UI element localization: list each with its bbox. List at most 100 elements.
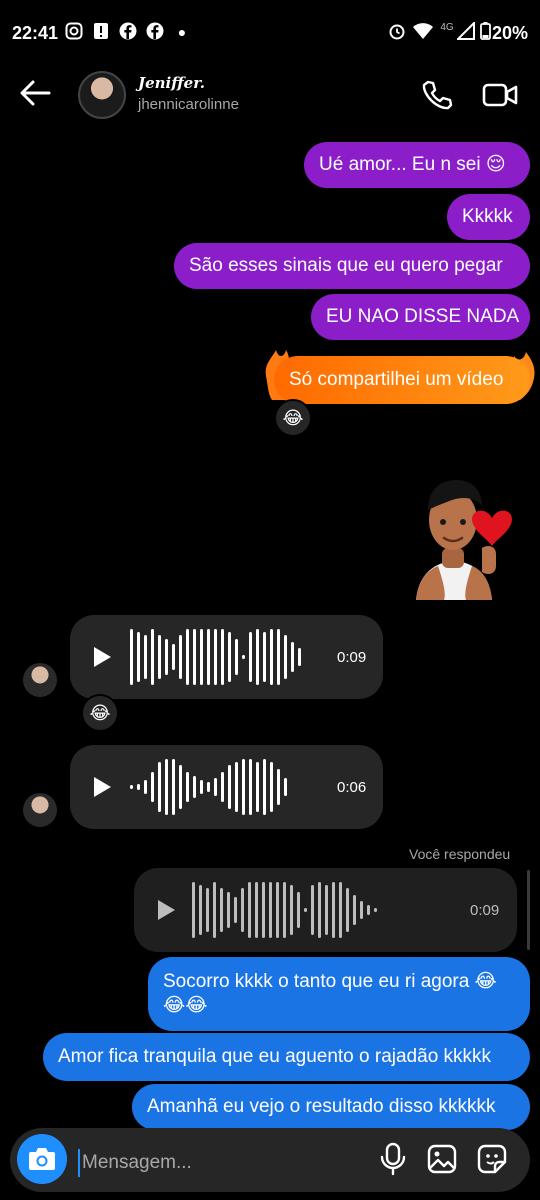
- contact-display-name[interactable]: Jeniffer.: [138, 74, 205, 92]
- message-bubble[interactable]: Só compartilhei um vídeo: [274, 356, 530, 404]
- back-arrow-icon[interactable]: [18, 76, 52, 110]
- message-text: EU NAO DISSE NADA: [326, 306, 520, 327]
- waveform-bar: [151, 772, 154, 802]
- waveform-bar: [284, 635, 287, 679]
- status-time: 22:41: [12, 23, 59, 43]
- waveform-bar: [221, 629, 224, 685]
- waveform-bar: [137, 632, 140, 682]
- waveform-bar: [256, 762, 259, 812]
- waveform-bar: [214, 778, 217, 796]
- waveform-bar: [235, 639, 238, 675]
- waveform-bar: [269, 882, 272, 938]
- waveform-bar: [192, 882, 195, 938]
- waveform-bar: [249, 632, 252, 682]
- waveform-bar: [165, 639, 168, 675]
- reaction-badge[interactable]: 😂: [81, 694, 119, 732]
- message-text: Só compartilhei um vídeo: [289, 369, 504, 390]
- audio-duration: 0:09: [470, 902, 500, 919]
- message-bubble[interactable]: São esses sinais que eu quero pegar: [174, 243, 530, 289]
- gallery-icon[interactable]: [427, 1144, 457, 1174]
- waveform-bar: [332, 882, 335, 938]
- camera-button[interactable]: [17, 1134, 67, 1184]
- waveform-bar: [186, 629, 189, 685]
- signal-icon: [455, 20, 476, 42]
- message-bubble[interactable]: Socorro kkkk o tanto que eu ri agora 😂 😂…: [148, 957, 530, 1031]
- audio-waveform[interactable]: [130, 757, 287, 817]
- message-bubble[interactable]: Ué amor... Eu n sei 😌: [304, 142, 530, 188]
- message-bubble[interactable]: Amor fica tranquila que eu aguento o raj…: [43, 1033, 530, 1081]
- waveform-bar: [158, 762, 161, 812]
- waveform-bar: [297, 892, 300, 928]
- waveform-bar: [130, 785, 133, 789]
- play-icon[interactable]: [94, 777, 111, 797]
- waveform-bar: [339, 882, 342, 938]
- waveform-bar: [144, 635, 147, 679]
- waveform-bar: [277, 769, 280, 805]
- waveform-bar: [228, 632, 231, 682]
- audio-message[interactable]: 0:06: [70, 745, 383, 829]
- video-call-icon[interactable]: [482, 78, 518, 112]
- message-bubble[interactable]: Amanhã eu vejo o resultado disso kkkkkk: [132, 1084, 530, 1130]
- waveform-bar: [193, 629, 196, 685]
- phone-call-icon[interactable]: [420, 78, 454, 112]
- play-icon[interactable]: [94, 647, 111, 667]
- waveform-bar: [367, 905, 370, 915]
- waveform-bar: [304, 908, 307, 912]
- audio-message[interactable]: 0:09: [70, 615, 383, 699]
- waveform-bar: [234, 897, 237, 923]
- waveform-bar: [179, 765, 182, 809]
- more-notifications-icon: ●: [177, 24, 187, 40]
- waveform-bar: [262, 882, 265, 938]
- alarm-icon: [387, 22, 407, 42]
- contact-username[interactable]: jhennicarolinne: [138, 96, 239, 113]
- waveform-bar: [151, 629, 154, 685]
- message-text: Amor fica tranquila que eu aguento o raj…: [58, 1046, 492, 1067]
- message-input[interactable]: [78, 1149, 344, 1177]
- waveform-bar: [360, 901, 363, 919]
- waveform-bar: [235, 762, 238, 812]
- audio-waveform[interactable]: [192, 880, 377, 940]
- waveform-bar: [298, 648, 301, 666]
- waveform-bar: [241, 888, 244, 932]
- replied-label: Você respondeu: [409, 846, 511, 862]
- battery-level: 20%: [491, 23, 528, 43]
- waveform-bar: [214, 629, 217, 685]
- waveform-bar: [207, 782, 210, 792]
- audio-waveform[interactable]: [130, 627, 301, 687]
- contact-avatar-small[interactable]: [23, 663, 57, 697]
- play-icon[interactable]: [158, 900, 175, 920]
- message-text: Socorro kkkk o tanto que eu ri agora 😂: [163, 971, 497, 992]
- waveform-bar: [346, 888, 349, 932]
- waveform-bar: [144, 780, 147, 794]
- audio-message-replied[interactable]: 0:09: [134, 868, 517, 952]
- waveform-bar: [130, 629, 133, 685]
- microphone-icon[interactable]: [378, 1142, 408, 1176]
- waveform-bar: [277, 629, 280, 685]
- audio-duration: 0:09: [337, 649, 367, 666]
- waveform-bar: [353, 895, 356, 925]
- waveform-bar: [263, 632, 266, 682]
- waveform-bar: [256, 629, 259, 685]
- waveform-bar: [284, 778, 287, 796]
- waveform-bar: [165, 759, 168, 815]
- message-bubble[interactable]: EU NAO DISSE NADA: [311, 294, 530, 340]
- message-text: Amanhã eu vejo o resultado disso kkkkkk: [147, 1096, 496, 1117]
- contact-avatar-small[interactable]: [23, 793, 57, 827]
- avatar-sticker[interactable]: [398, 476, 522, 600]
- waveform-bar: [291, 642, 294, 672]
- message-bubble[interactable]: Kkkkk: [447, 194, 530, 240]
- waveform-bar: [318, 882, 321, 938]
- wifi-icon: [413, 22, 433, 42]
- reply-indicator: [527, 870, 530, 950]
- waveform-bar: [283, 882, 286, 938]
- message-text: Kkkkk: [462, 206, 513, 227]
- waveform-bar: [227, 892, 230, 928]
- reaction-badge[interactable]: 😂: [274, 399, 312, 437]
- contact-avatar[interactable]: [78, 71, 126, 119]
- facebook-icon: [118, 22, 138, 42]
- message-text: São esses sinais que eu quero pegar: [189, 255, 503, 276]
- waveform-bar: [200, 780, 203, 794]
- waveform-bar: [213, 882, 216, 938]
- waveform-bar: [179, 635, 182, 679]
- sticker-icon[interactable]: [477, 1144, 507, 1174]
